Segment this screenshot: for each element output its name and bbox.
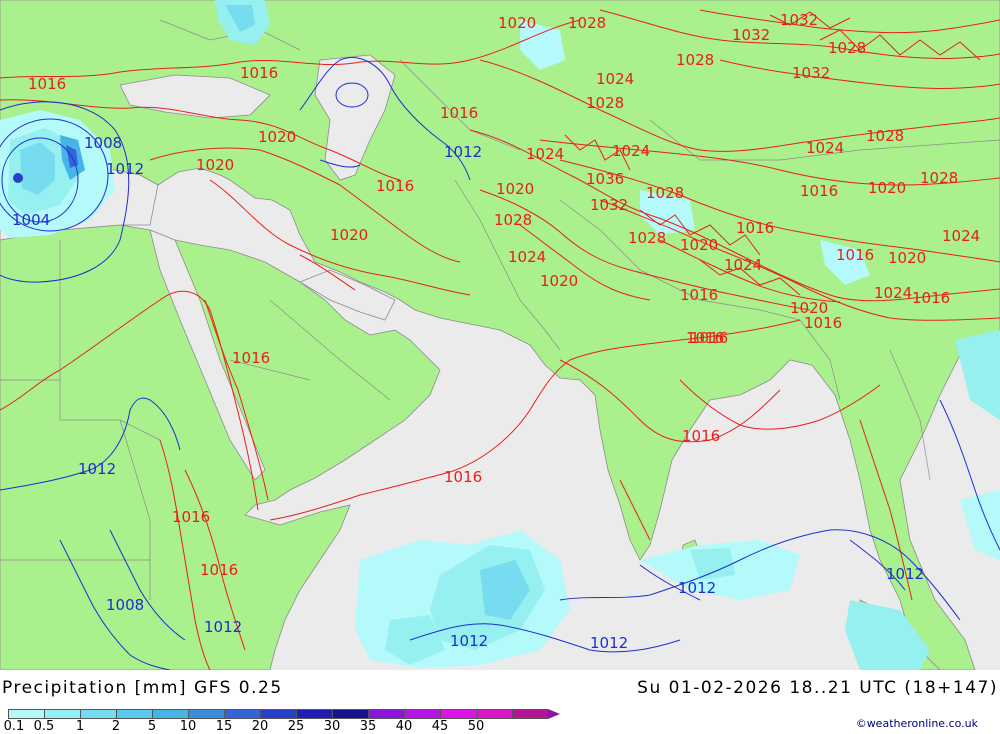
- isobar-label: 1016: [800, 182, 838, 200]
- isobar-label: 1020: [496, 180, 534, 198]
- isobar-label: 1016: [172, 508, 210, 526]
- isobar-label: 1020: [868, 179, 906, 197]
- scale-arrow-icon: [548, 709, 560, 719]
- isobar-label: 1024: [508, 248, 546, 266]
- isobar-label: 1016: [440, 104, 478, 122]
- isobar-label: 1012: [678, 579, 716, 597]
- isobar-label: 1024: [942, 227, 980, 245]
- scale-swatch: [332, 709, 368, 719]
- scale-swatch: [368, 709, 404, 719]
- isobar-label: 1016: [240, 64, 278, 82]
- isobar-label: 1016: [28, 75, 66, 93]
- scale-swatch: [152, 709, 188, 719]
- isobar-label: 1016: [680, 286, 718, 304]
- scale-tick-label: 45: [431, 719, 449, 734]
- isobar-label: 1024: [874, 284, 912, 302]
- isobar-label: 1016: [444, 468, 482, 486]
- isobar-label: 1024: [526, 145, 564, 163]
- isobar-label: 1028: [568, 14, 606, 32]
- credit-link[interactable]: ©weatheronline.co.uk: [856, 717, 978, 730]
- scale-tick-label: 1: [75, 719, 85, 734]
- scale-tick-label: 15: [215, 719, 233, 734]
- isobar-label: 1012: [444, 143, 482, 161]
- isobar-label: 1012: [204, 618, 242, 636]
- isobar-label: 1032: [590, 196, 628, 214]
- isobar-label: 1012: [78, 460, 116, 478]
- isobar-label: 1024: [724, 256, 762, 274]
- scale-swatch: [296, 709, 332, 719]
- scale-tick-label: 5: [147, 719, 157, 734]
- isobar-label: 1020: [258, 128, 296, 146]
- isobar-label: 1028: [828, 39, 866, 57]
- forecast-datetime: Su 01-02-2026 18..21 UTC (18+147): [637, 678, 998, 698]
- scale-swatch: [80, 709, 116, 719]
- isobar-label: 1028: [628, 229, 666, 247]
- isobar-label: 1028: [676, 51, 714, 69]
- isobar-label: 1020: [680, 236, 718, 254]
- weather-map: 1020 1028 1032 1032 1028 1028 1032 1024 1016 1016…: [0, 0, 1000, 670]
- isobar-label: 1016: [682, 427, 720, 445]
- scale-tick-label: 10: [179, 719, 197, 734]
- isobar-label: 1004: [12, 211, 50, 229]
- isobar-label: 1024: [806, 139, 844, 157]
- scale-swatch: [44, 709, 80, 719]
- scale-tick-label: 0.5: [33, 719, 55, 734]
- map-title: Precipitation [mm] GFS 0.25: [2, 678, 283, 698]
- isobar-label: 1016: [804, 314, 842, 332]
- isobar-label: 1020: [540, 272, 578, 290]
- isobar-label: 1012: [886, 565, 924, 583]
- scale-tick-label: 2: [111, 719, 121, 734]
- isobar-label: 1020: [888, 249, 926, 267]
- isobar-label: 1012: [450, 632, 488, 650]
- isobar-label: 1024: [596, 70, 634, 88]
- isobar-label: 1028: [586, 94, 624, 112]
- isobar-label: 1016: [690, 329, 728, 347]
- isobar-label: 1036: [586, 170, 624, 188]
- isobar-label: 1024: [612, 142, 650, 160]
- scale-swatch: [260, 709, 296, 719]
- isobar-label: 1012: [106, 160, 144, 178]
- scale-swatch: [224, 709, 260, 719]
- isobar-label: 1008: [106, 596, 144, 614]
- isobar-label: 1032: [780, 11, 818, 29]
- isobar-label: 1032: [732, 26, 770, 44]
- scale-tick-label: 50: [467, 719, 485, 734]
- isobar-label: 1028: [494, 211, 532, 229]
- isobar-label: 1008: [84, 134, 122, 152]
- scale-swatch: [116, 709, 152, 719]
- isobar-label: 1016: [376, 177, 414, 195]
- precipitation-scale: [8, 709, 560, 719]
- scale-swatch: [476, 709, 512, 719]
- isobar-label: 1016: [736, 219, 774, 237]
- isobar-label: 1028: [920, 169, 958, 187]
- footer: Precipitation [mm] GFS 0.25 Su 01-02-202…: [0, 670, 1000, 734]
- scale-tick-label: 30: [323, 719, 341, 734]
- scale-swatch: [8, 709, 44, 719]
- isobar-label: 1020: [196, 156, 234, 174]
- scale-tick-label: 40: [395, 719, 413, 734]
- scale-tick-label: 0.1: [3, 719, 25, 734]
- scale-tick-label: 25: [287, 719, 305, 734]
- isobar-label: 1012: [590, 634, 628, 652]
- scale-tick-label: 35: [359, 719, 377, 734]
- isobar-label: 1020: [330, 226, 368, 244]
- scale-swatch: [440, 709, 476, 719]
- isobar-label: 1028: [646, 184, 684, 202]
- isobar-label: 1016: [912, 289, 950, 307]
- scale-swatch: [404, 709, 440, 719]
- scale-tick-label: 20: [251, 719, 269, 734]
- isobar-label: 1016: [232, 349, 270, 367]
- scale-swatch: [512, 709, 548, 719]
- isobar-label: 1032: [792, 64, 830, 82]
- isobar-label: 1016: [836, 246, 874, 264]
- scale-swatch: [188, 709, 224, 719]
- isobar-label: 1020: [498, 14, 536, 32]
- isobar-label: 1028: [866, 127, 904, 145]
- isobar-label: 1016: [200, 561, 238, 579]
